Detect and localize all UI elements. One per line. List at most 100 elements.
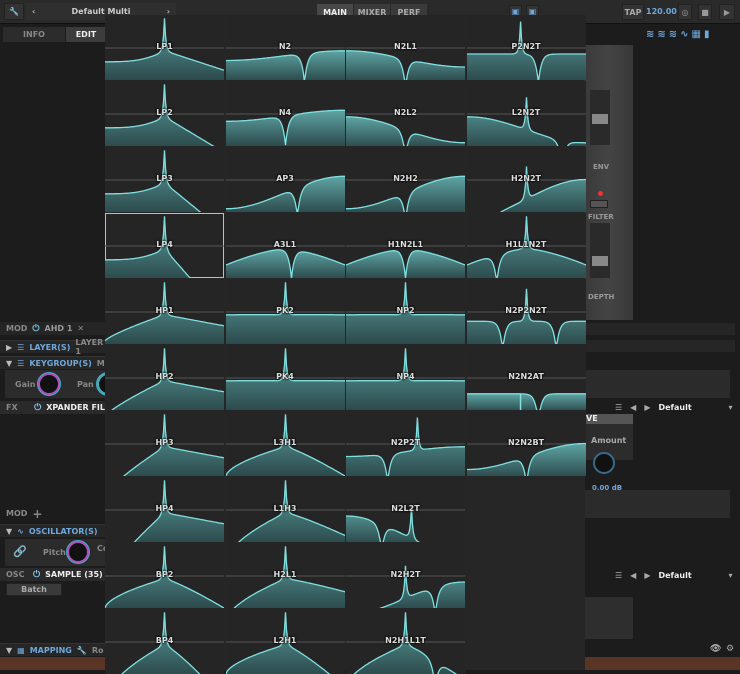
tab-edit[interactable]: EDIT [66,27,106,42]
filter-type-n2h1l1t[interactable]: N2H1L1T [346,609,465,674]
prev-program-icon[interactable]: ‹ [32,7,35,16]
filter-type-h1n2l1[interactable]: H1N2L1 [346,213,465,278]
collapse-icon[interactable]: ▼ [6,646,12,655]
collapse-icon[interactable]: ▼ [6,527,12,536]
osc-slot[interactable]: SAMPLE (35) [45,570,103,579]
right-row [585,340,735,352]
filter-type-bp4[interactable]: BP4 [105,609,224,674]
power-icon[interactable]: ⏻ [34,403,41,413]
layers-header[interactable]: ▶ ☰ LAYER(S) LAYER 1 [0,338,105,356]
play-icon[interactable]: ▶ [719,4,735,20]
preset-dropdown[interactable]: Default [658,571,720,580]
filter-type-label: BP4 [155,636,174,645]
filter-type-l2n2t[interactable]: L2N2T [466,81,586,146]
eye-icon[interactable]: 👁 [710,644,721,654]
pitch-knob[interactable] [67,541,89,563]
add-icon[interactable]: + [32,507,42,521]
preset-dropdown[interactable]: Default [658,403,720,412]
amount-knob[interactable] [593,452,615,474]
prev-icon[interactable]: ◀ [630,571,636,580]
filter-type-np2[interactable]: NP2 [346,279,465,344]
filter-type-label: N2P2N2T [505,306,547,315]
mapping-header[interactable]: ▼ ▦ MAPPING 🔧 Ro [0,643,105,656]
filter-type-lp2[interactable]: LP2 [105,81,224,146]
filter-type-n2[interactable]: N2 [225,15,345,80]
metronome-icon[interactable]: ◎ [678,4,692,20]
layers-label: LAYER(S) [29,342,71,352]
filter-type-h1l1n2t[interactable]: H1L1N2T [466,213,586,278]
filter-type-l3h1[interactable]: L3H1 [225,411,345,476]
filter-type-n2h2[interactable]: N2H2 [346,147,465,212]
filter-type-n2n2bt[interactable]: N2N2BT [466,411,586,476]
filter-type-hp2[interactable]: HP2 [105,345,224,410]
stop-icon[interactable]: ■ [698,4,712,20]
filter-type-n2p2n2t[interactable]: N2P2N2T [466,279,586,344]
filter-type-h2n2t[interactable]: H2N2T [466,147,586,212]
filter-type-label: N2N2AT [508,372,544,381]
filter-type-a3l1[interactable]: A3L1 [225,213,345,278]
fx-slot[interactable]: XPANDER FIL [46,403,105,412]
filter-type-lp1[interactable]: LP1 [105,15,224,80]
filter-type-l2h1[interactable]: L2H1 [225,609,345,674]
wrench-icon[interactable]: 🔧 [77,646,87,655]
filter-type-lp4[interactable]: LP4 [105,213,224,278]
filter-type-hp3[interactable]: HP3 [105,411,224,476]
link-icon[interactable]: 🔗 [13,545,27,558]
settings-icon[interactable]: ⚙ [726,644,734,654]
depth-slider[interactable] [590,223,610,278]
chevron-down-icon[interactable]: ▾ [728,403,732,412]
filter-type-np4[interactable]: NP4 [346,345,465,410]
keygroups-header[interactable]: ▼ ☰ KEYGROUP(S) MU [0,356,111,369]
filter-button[interactable] [590,200,608,208]
filter-type-label: L2H1 [273,636,297,645]
pitch-label: Pitch [43,548,66,557]
close-icon[interactable]: ✕ [77,324,84,333]
filter-type-label: NP2 [396,306,415,315]
menu-icon[interactable]: ☰ [615,403,622,412]
batch-button[interactable]: Batch [6,583,62,596]
mapping-value: Ro [91,645,104,655]
filter-type-label: H1L1N2T [505,240,547,249]
tap-button[interactable]: TAP [622,4,644,20]
wrench-icon[interactable]: 🔧 [4,3,24,20]
filter-type-n2l2[interactable]: N2L2 [346,81,465,146]
mod-item[interactable]: AHD 1 [45,324,73,333]
keygroups-icon: ☰ [17,358,25,368]
next-icon[interactable]: ▶ [644,403,650,412]
expand-icon[interactable]: ▶ [6,343,12,352]
gain-knob[interactable] [38,373,60,395]
oscillators-header[interactable]: ▼ ∿ OSCILLATOR(S) [0,524,105,537]
filter-type-hp1[interactable]: HP1 [105,279,224,344]
prev-icon[interactable]: ◀ [630,403,636,412]
power-icon[interactable]: ⏻ [33,570,40,580]
filter-type-n2h2t[interactable]: N2H2T [346,543,465,608]
filter-type-label: LP3 [156,174,173,183]
chevron-down-icon[interactable]: ▾ [728,571,732,580]
filter-type-pk4[interactable]: PK4 [225,345,345,410]
filter-type-n2l2t[interactable]: N2L2T [346,477,465,542]
filter-type-label: N4 [278,108,292,117]
collapse-icon[interactable]: ▼ [6,359,12,368]
filter-type-ap3[interactable]: AP3 [225,147,345,212]
next-icon[interactable]: ▶ [644,571,650,580]
filter-type-n2n2at[interactable]: N2N2AT [466,345,586,410]
filter-type-h2l1[interactable]: H2L1 [225,543,345,608]
power-icon[interactable]: ⏻ [32,324,39,334]
filter-type-hp4[interactable]: HP4 [105,477,224,542]
filter-type-n2l1[interactable]: N2L1 [346,15,465,80]
response-fill [225,249,345,278]
filter-type-lp3[interactable]: LP3 [105,147,224,212]
filter-type-bp2[interactable]: BP2 [105,543,224,608]
view-icons[interactable]: ≋≋≋∿▦▮ [646,29,712,40]
menu-icon[interactable]: ☰ [615,571,622,580]
filter-type-pk2[interactable]: PK2 [225,279,345,344]
filter-type-n2p2t[interactable]: N2P2T [346,411,465,476]
filter-type-p2n2t[interactable]: P2N2T [466,15,586,80]
tab-info[interactable]: INFO [3,27,65,42]
env-slider[interactable] [590,90,610,145]
filter-type-label: N2L1 [394,42,417,51]
filter-type-label: LP2 [156,108,173,117]
filter-type-n4[interactable]: N4 [225,81,345,146]
bpm-value[interactable]: 120.00 [646,7,677,16]
filter-type-l1h3[interactable]: L1H3 [225,477,345,542]
